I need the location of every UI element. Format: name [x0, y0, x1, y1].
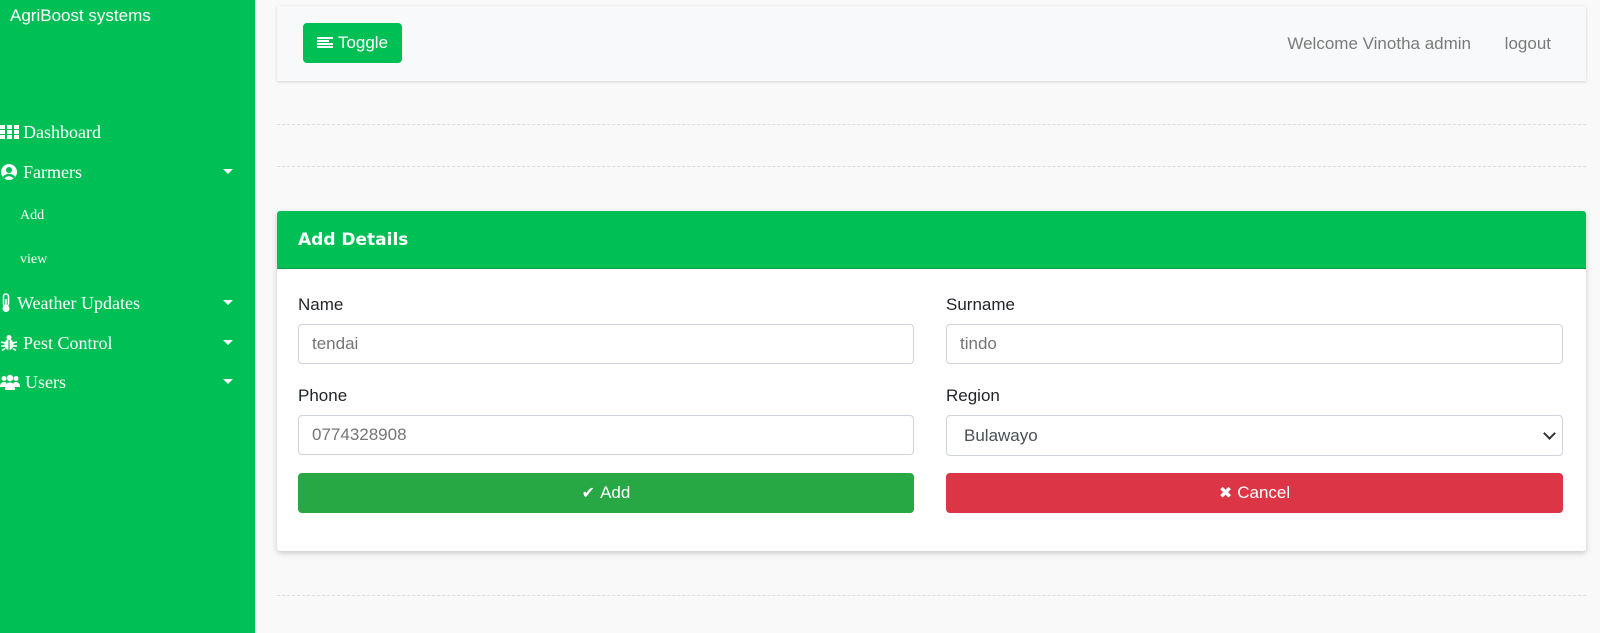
region-label: Region — [946, 386, 1000, 405]
toggle-label: Toggle — [337, 33, 389, 52]
card-header: Add Details — [277, 211, 1586, 269]
name-label: Name — [298, 295, 344, 314]
sidebar-subitem-add[interactable]: Add — [20, 208, 44, 224]
divider — [277, 166, 1586, 167]
sidebar-item-dashboard[interactable]: Dashboard — [0, 117, 255, 147]
welcome-text: Welcome Vinotha admin — [1287, 34, 1471, 53]
sidebar-item-label: Users — [25, 371, 66, 392]
add-details-card: Add Details Name Surname Phone Region Bu… — [277, 211, 1586, 551]
cancel-button[interactable]: ✖ Cancel — [946, 473, 1563, 513]
sidebar-item-users[interactable]: Users — [0, 367, 255, 397]
add-button[interactable]: ✔ Add — [298, 473, 914, 513]
sidebar-item-label: Dashboard — [23, 121, 101, 142]
caret-down-icon — [223, 379, 233, 384]
user-circle-icon — [0, 162, 20, 182]
sidebar-subitem-view[interactable]: view — [20, 252, 47, 268]
align-justify-icon — [316, 37, 333, 49]
sidebar-item-weather-updates[interactable]: Weather Updates — [0, 288, 255, 318]
add-button-label: Add — [600, 483, 631, 502]
grid-icon — [0, 122, 20, 142]
phone-label: Phone — [298, 386, 348, 405]
phone-input[interactable] — [298, 415, 914, 455]
bug-icon — [0, 333, 20, 353]
toggle-sidebar-button[interactable]: Toggle — [303, 23, 402, 63]
thermometer-icon — [0, 293, 14, 313]
divider — [277, 595, 1586, 596]
sidebar-item-pest-control[interactable]: Pest Control — [0, 328, 255, 358]
caret-down-icon — [223, 300, 233, 305]
caret-down-icon — [223, 169, 233, 174]
sidebar-item-label: Pest Control — [23, 332, 113, 353]
top-navbar: Toggle Welcome Vinotha admin logout — [277, 6, 1586, 81]
sidebar-item-farmers[interactable]: Farmers — [0, 157, 255, 187]
surname-input[interactable] — [946, 324, 1563, 364]
cancel-button-label: Cancel — [1237, 483, 1291, 502]
card-title: Add Details — [298, 230, 409, 250]
logout-link[interactable]: logout — [1505, 34, 1551, 54]
sidebar-item-label: Weather Updates — [17, 292, 140, 313]
brand-title: AgriBoost systems — [10, 6, 151, 25]
caret-down-icon — [223, 340, 233, 345]
users-icon — [0, 372, 22, 392]
name-input[interactable] — [298, 324, 914, 364]
sidebar: AgriBoost systems Dashboard Farmers Add … — [0, 0, 255, 633]
chevron-down-icon — [1543, 427, 1556, 440]
check-icon: ✔ — [581, 485, 596, 502]
region-select[interactable]: Bulawayo — [946, 415, 1563, 456]
sidebar-item-label: Farmers — [23, 161, 82, 182]
surname-label: Surname — [946, 295, 1015, 314]
close-icon: ✖ — [1218, 485, 1233, 502]
divider — [277, 124, 1586, 125]
region-selected-value: Bulawayo — [964, 425, 1038, 445]
